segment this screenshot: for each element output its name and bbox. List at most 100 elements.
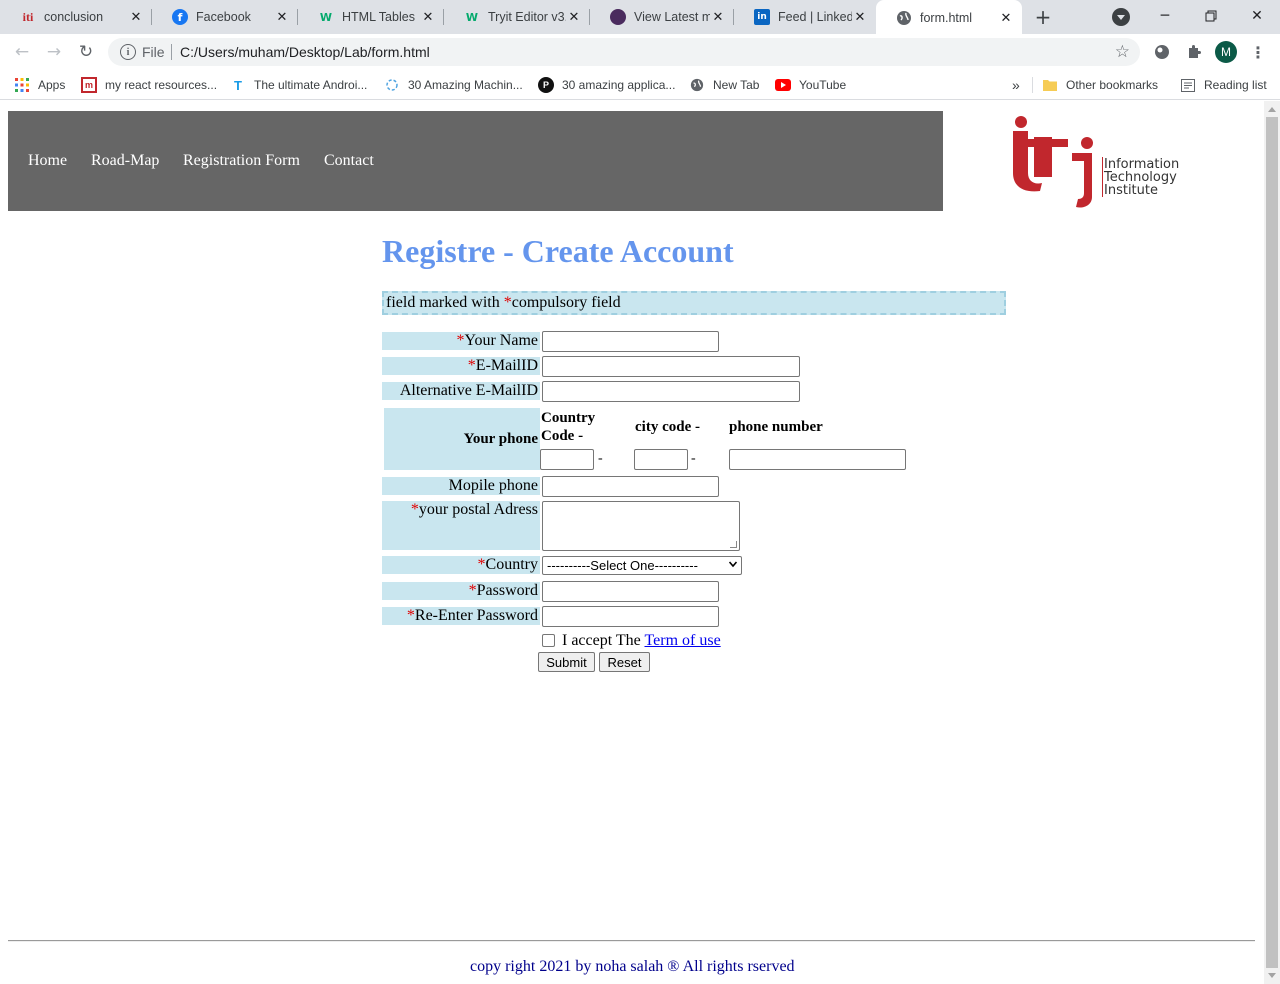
name-input[interactable] bbox=[542, 331, 719, 352]
minimize-icon[interactable]: ─ bbox=[1142, 2, 1188, 30]
country-code-input[interactable] bbox=[540, 449, 594, 470]
terms-link[interactable]: Term of use bbox=[644, 632, 720, 649]
apps-grid-icon bbox=[14, 77, 30, 93]
close-window-icon[interactable]: ✕ bbox=[1234, 2, 1280, 30]
address-textarea[interactable] bbox=[542, 501, 740, 551]
required-star: * bbox=[503, 294, 512, 311]
bookmark-amazing-applications[interactable]: P 30 amazing applica... bbox=[538, 76, 675, 94]
back-icon[interactable]: ← bbox=[10, 40, 34, 64]
phone-number-header: phone number bbox=[729, 419, 823, 435]
reset-button[interactable]: Reset bbox=[599, 652, 650, 672]
bookmark-youtube[interactable]: YouTube bbox=[775, 76, 846, 94]
bookmark-amazing-machine[interactable]: 30 Amazing Machin... bbox=[384, 76, 523, 94]
bookmark-apps[interactable]: Apps bbox=[14, 76, 65, 94]
extension-icon[interactable] bbox=[1152, 42, 1172, 62]
close-tab-icon[interactable]: ✕ bbox=[566, 9, 582, 25]
page-title: Registre - Create Account bbox=[382, 233, 734, 269]
email-input[interactable] bbox=[542, 356, 800, 377]
site-navigation: Home Road-Map Registration Form Contact bbox=[8, 111, 943, 211]
nav-contact[interactable]: Contact bbox=[324, 152, 374, 170]
resize-handle[interactable] bbox=[730, 541, 737, 548]
profile-avatar[interactable]: M bbox=[1215, 41, 1237, 63]
scrollbar-thumb[interactable] bbox=[1266, 117, 1278, 968]
close-tab-icon[interactable]: ✕ bbox=[274, 9, 290, 25]
bookmarks-overflow-button[interactable]: » bbox=[1012, 76, 1020, 94]
nav-road-map[interactable]: Road-Map bbox=[91, 152, 159, 170]
required-fields-notice: field marked with *compulsory field bbox=[382, 291, 1006, 315]
phone-separator: - bbox=[691, 451, 696, 466]
loading-icon bbox=[384, 77, 400, 93]
reenter-password-label: *Re-Enter Password bbox=[382, 607, 540, 625]
name-label: *Your Name bbox=[382, 332, 540, 350]
city-code-input[interactable] bbox=[634, 449, 688, 470]
close-tab-icon[interactable]: ✕ bbox=[998, 10, 1014, 26]
other-bookmarks-folder[interactable]: Other bookmarks bbox=[1042, 76, 1158, 94]
bookmark-ultimate-android[interactable]: T The ultimate Androi... bbox=[230, 76, 367, 94]
info-icon[interactable]: i bbox=[120, 44, 136, 60]
folder-icon bbox=[1042, 77, 1058, 93]
bookmarks-bar: Apps m my react resources... T The ultim… bbox=[0, 70, 1280, 100]
reload-icon[interactable]: ↻ bbox=[74, 40, 98, 64]
tab-strip: iti conclusion ✕ f Facebook ✕ W HTML Tab… bbox=[0, 0, 1280, 36]
linkedin-favicon: in bbox=[754, 9, 770, 25]
tab-conclusion[interactable]: iti conclusion ✕ bbox=[0, 0, 152, 34]
bookmark-new-tab[interactable]: New Tab bbox=[689, 76, 759, 94]
close-tab-icon[interactable]: ✕ bbox=[128, 9, 144, 25]
alt-email-input[interactable] bbox=[542, 381, 800, 402]
submit-button[interactable]: Submit bbox=[538, 652, 595, 672]
page-viewport: Home Road-Map Registration Form Contact … bbox=[0, 101, 1264, 984]
reenter-password-input[interactable] bbox=[542, 606, 719, 627]
password-label: *Password bbox=[382, 582, 540, 600]
svg-text:Institute: Institute bbox=[1104, 183, 1158, 198]
tab-tryit-editor[interactable]: W Tryit Editor v3.6 ✕ bbox=[444, 0, 590, 34]
nav-home[interactable]: Home bbox=[28, 152, 67, 170]
iti-favicon: iti bbox=[22, 9, 34, 24]
close-tab-icon[interactable]: ✕ bbox=[710, 9, 726, 25]
country-select[interactable]: ----------Select One---------- bbox=[542, 556, 742, 575]
extensions-puzzle-icon[interactable] bbox=[1184, 42, 1204, 62]
youtube-icon bbox=[775, 77, 791, 93]
tab-facebook[interactable]: f Facebook ✕ bbox=[152, 0, 298, 34]
w3schools-favicon: W bbox=[319, 10, 333, 24]
url-text[interactable]: C:/Users/muham/Desktop/Lab/form.html bbox=[180, 44, 430, 60]
tab-view-latest[interactable]: View Latest mo ✕ bbox=[590, 0, 734, 34]
close-tab-icon[interactable]: ✕ bbox=[420, 9, 436, 25]
generic-favicon bbox=[610, 9, 626, 25]
alt-email-label: Alternative E-MailID bbox=[382, 382, 540, 400]
country-label: *Country bbox=[382, 556, 540, 574]
forward-icon[interactable]: → bbox=[42, 40, 66, 64]
footer-divider bbox=[8, 940, 1255, 942]
phone-separator: - bbox=[598, 451, 603, 466]
bookmark-favicon: T bbox=[234, 77, 242, 93]
reading-list-icon bbox=[1180, 77, 1196, 93]
terms-label: I accept The Term of use bbox=[562, 632, 721, 649]
password-input[interactable] bbox=[542, 581, 719, 602]
url-scheme: File bbox=[142, 44, 165, 60]
terms-checkbox[interactable] bbox=[542, 634, 555, 647]
nav-registration-form[interactable]: Registration Form bbox=[183, 152, 300, 170]
bookmark-react-resources[interactable]: m my react resources... bbox=[81, 76, 217, 94]
tab-linkedin[interactable]: in Feed | LinkedIn ✕ bbox=[734, 0, 876, 34]
country-code-header: Country Code - bbox=[541, 410, 596, 444]
page-scrollbar[interactable] bbox=[1264, 101, 1280, 984]
browser-toolbar: ← → ↻ i File C:/Users/muham/Desktop/Lab/… bbox=[0, 34, 1280, 70]
reading-list-button[interactable]: Reading list bbox=[1180, 76, 1267, 94]
phone-number-input[interactable] bbox=[729, 449, 906, 470]
tab-form-html[interactable]: form.html ✕ bbox=[876, 0, 1022, 36]
scroll-up-arrow-icon[interactable] bbox=[1268, 107, 1276, 112]
footer-copyright: copy right 2021 by noha salah ® All righ… bbox=[470, 958, 795, 975]
chrome-menu-icon[interactable]: ⋮ bbox=[1250, 42, 1266, 62]
mobile-label: Mopile phone bbox=[382, 477, 540, 495]
tab-search-icon[interactable] bbox=[1112, 8, 1130, 26]
close-tab-icon[interactable]: ✕ bbox=[852, 9, 868, 25]
mobile-input[interactable] bbox=[542, 476, 719, 497]
new-tab-button[interactable]: + bbox=[1032, 5, 1054, 29]
phone-label: Your phone bbox=[384, 408, 540, 470]
globe-icon bbox=[689, 77, 705, 93]
bookmark-star-icon[interactable]: ☆ bbox=[1115, 42, 1130, 62]
scroll-down-arrow-icon[interactable] bbox=[1268, 973, 1276, 978]
tab-html-tables[interactable]: W HTML Tables ✕ bbox=[298, 0, 444, 34]
restore-icon[interactable] bbox=[1188, 2, 1234, 30]
email-label: *E-MailID bbox=[382, 357, 540, 375]
address-bar[interactable]: i File C:/Users/muham/Desktop/Lab/form.h… bbox=[108, 38, 1140, 66]
